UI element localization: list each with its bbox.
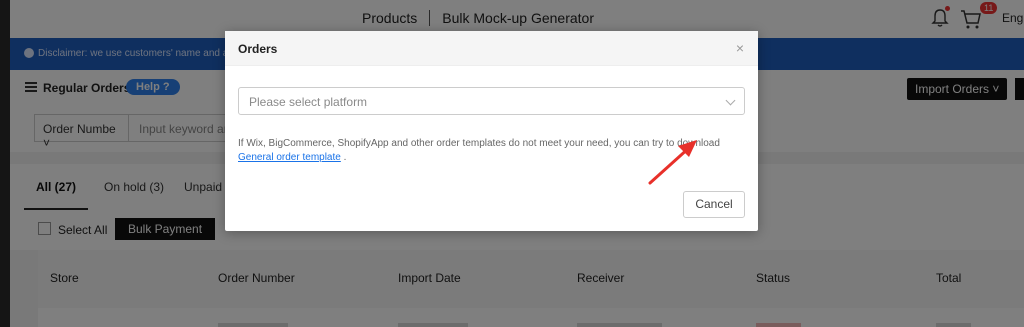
red-arrow-annotation [648, 140, 697, 185]
